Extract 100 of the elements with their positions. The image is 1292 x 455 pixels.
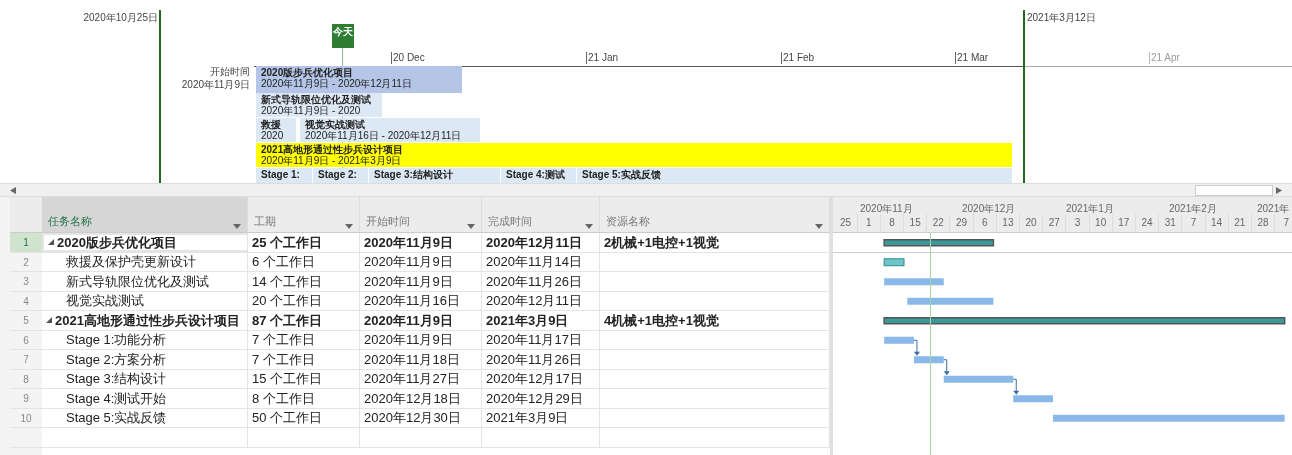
row-number[interactable]: 9 [10, 389, 42, 408]
week-label: 13 [996, 214, 1020, 232]
month-label: 2020年11月 [860, 202, 913, 216]
timeline-bar-title: 2020版步兵优化项目 [261, 67, 355, 78]
cell-text: 2机械+1电控+1视觉 [604, 233, 719, 252]
cell-text: 15 个工作日 [252, 370, 323, 388]
timeline-stage-bar[interactable]: Stage 3:结构设计 [369, 168, 500, 183]
week-label: 7 [1275, 214, 1292, 232]
cell-text: 50 个工作日 [252, 409, 323, 427]
cell-text: 2020年11月14日 [486, 253, 582, 271]
dropdown-caret-icon[interactable] [815, 224, 823, 229]
task-bar[interactable] [943, 375, 1014, 383]
week-label: 24 [1135, 214, 1160, 232]
cell-text: 2020年12月11日 [486, 233, 583, 252]
task-name: Stage 4:测试开始 [66, 389, 167, 408]
cell-text: 8 个工作日 [252, 389, 315, 408]
cell-text: 2020年12月30日 [364, 409, 461, 427]
today-marker: 今天 [332, 24, 354, 48]
dropdown-caret-icon[interactable] [585, 224, 593, 229]
timeline-bar[interactable]: 救援 2020 [256, 118, 296, 142]
dropdown-caret-icon[interactable] [467, 224, 475, 229]
task-bar[interactable] [884, 336, 914, 344]
timeline-bar-dates: 2020年11月9日 - 2020年12月11日 [261, 78, 413, 89]
collapse-triangle-icon[interactable] [48, 239, 54, 246]
column-header[interactable]: 工期 [248, 197, 360, 232]
timeline-axis-label: 20 Dec [391, 52, 425, 64]
timeline-bar-title: 视觉实战测试 [305, 119, 366, 130]
row-number[interactable]: 3 [10, 272, 42, 291]
summary-bar[interactable] [883, 317, 1286, 325]
task-bar[interactable] [883, 258, 905, 267]
timeline-axis-label: 21 Mar [955, 52, 989, 64]
column-header[interactable]: 开始时间 [360, 197, 482, 232]
task-bar[interactable] [913, 356, 944, 364]
week-label: 14 [1205, 214, 1229, 232]
timeline-stage-bar[interactable]: Stage 5:实战反馈 [577, 168, 1012, 183]
task-name: 救援及保护壳更新设计 [66, 253, 196, 271]
task-bar[interactable] [884, 278, 944, 286]
cell-text: 2020年11月26日 [486, 350, 582, 369]
timeline-bar[interactable]: 2020版步兵优化项目 2020年11月9日 - 2020年12月11日 [256, 66, 462, 93]
scroll-left-icon[interactable] [10, 186, 16, 194]
timeline-bar[interactable]: 新式导轨限位优化及测试 2020年11月9日 - 2020 [256, 93, 382, 117]
timeline-bar-dates: 2020 [261, 130, 285, 141]
timeline-bar-title: 2021高地形通过性步兵设计项目 [261, 144, 405, 155]
task-name: Stage 5:实战反馈 [66, 409, 167, 427]
week-label: 22 [927, 214, 951, 232]
horizontal-scrollbar[interactable] [0, 183, 1292, 197]
week-label: 20 [1020, 214, 1044, 232]
scroll-right-icon[interactable] [1276, 186, 1282, 194]
week-label: 3 [1066, 214, 1090, 232]
row-number[interactable]: 1 [10, 233, 42, 252]
row-number[interactable]: 7 [10, 350, 42, 369]
empty-row[interactable] [10, 428, 830, 448]
dependency-arrow [943, 359, 950, 376]
cell-text: 2020年11月16日 [364, 292, 460, 310]
cell-text: 2021年3月9日 [486, 409, 569, 427]
cell-text: 2020年11月18日 [364, 350, 460, 369]
month-label: 2021年2月 [1169, 202, 1217, 216]
cell-text: 2021年3月9日 [486, 311, 569, 330]
timeline-stage-bar[interactable]: Stage 2: [313, 168, 368, 183]
timeline-stage-title: Stage 1: [261, 169, 300, 180]
timeline-bar-dates: 2020年11月9日 - 2021年3月9日 [261, 155, 403, 166]
week-label: 29 [950, 214, 974, 232]
cell-text: 2020年11月9日 [364, 233, 453, 252]
timeline-stage-title: Stage 2: [318, 169, 357, 180]
timeline-start-date: 2020年11月9日 [181, 78, 250, 92]
timeline-bar[interactable]: 2021高地形通过性步兵设计项目 2020年11月9日 - 2021年3月9日 [256, 143, 1012, 167]
dependency-arrow [1012, 378, 1020, 395]
dropdown-caret-icon[interactable] [233, 224, 241, 229]
cell-text: 2020年12月29日 [486, 389, 583, 408]
task-bar[interactable] [907, 297, 994, 305]
task-name: Stage 3:结构设计 [66, 370, 167, 388]
task-name: 2020版步兵优化项目 [57, 233, 177, 252]
week-label: 21 [1228, 214, 1252, 232]
cell-text: 20 个工作日 [252, 292, 323, 310]
dropdown-caret-icon[interactable] [345, 224, 353, 229]
task-bar[interactable] [1013, 395, 1053, 403]
timeline-stage-bar[interactable]: Stage 4:测试 [501, 168, 576, 183]
timeline-bar-title: 新式导轨限位优化及测试 [261, 94, 372, 105]
week-label: 31 [1159, 214, 1183, 232]
cell-text: 2020年12月11日 [486, 292, 582, 310]
task-name: 2021高地形通过性步兵设计项目 [55, 311, 240, 330]
collapse-triangle-icon[interactable] [46, 317, 52, 324]
column-header[interactable]: 任务名称 [42, 197, 248, 232]
row-number[interactable]: 5 [10, 311, 42, 330]
scrollbar-thumb[interactable] [1195, 184, 1273, 196]
task-bar[interactable] [1052, 414, 1285, 422]
timeline-stage-bar[interactable]: Stage 1: [256, 168, 312, 183]
week-label: 6 [973, 214, 997, 232]
timeline-bar-title: 救援 [261, 119, 282, 130]
week-label: 27 [1043, 214, 1067, 232]
column-header[interactable]: 完成时间 [482, 197, 600, 232]
task-name: 视觉实战测试 [66, 292, 144, 310]
summary-bar[interactable] [883, 239, 995, 247]
task-name: 新式导轨限位优化及测试 [66, 272, 209, 291]
cell-text: 6 个工作日 [252, 253, 315, 271]
timeline-bar[interactable]: 视觉实战测试 2020年11月16日 - 2020年12月11日 [300, 118, 480, 142]
month-label: 2020年12月 [962, 202, 1016, 216]
week-label: 25 [834, 214, 858, 232]
task-name: Stage 2:方案分析 [66, 350, 167, 369]
cell-text: 2020年12月18日 [364, 389, 461, 408]
